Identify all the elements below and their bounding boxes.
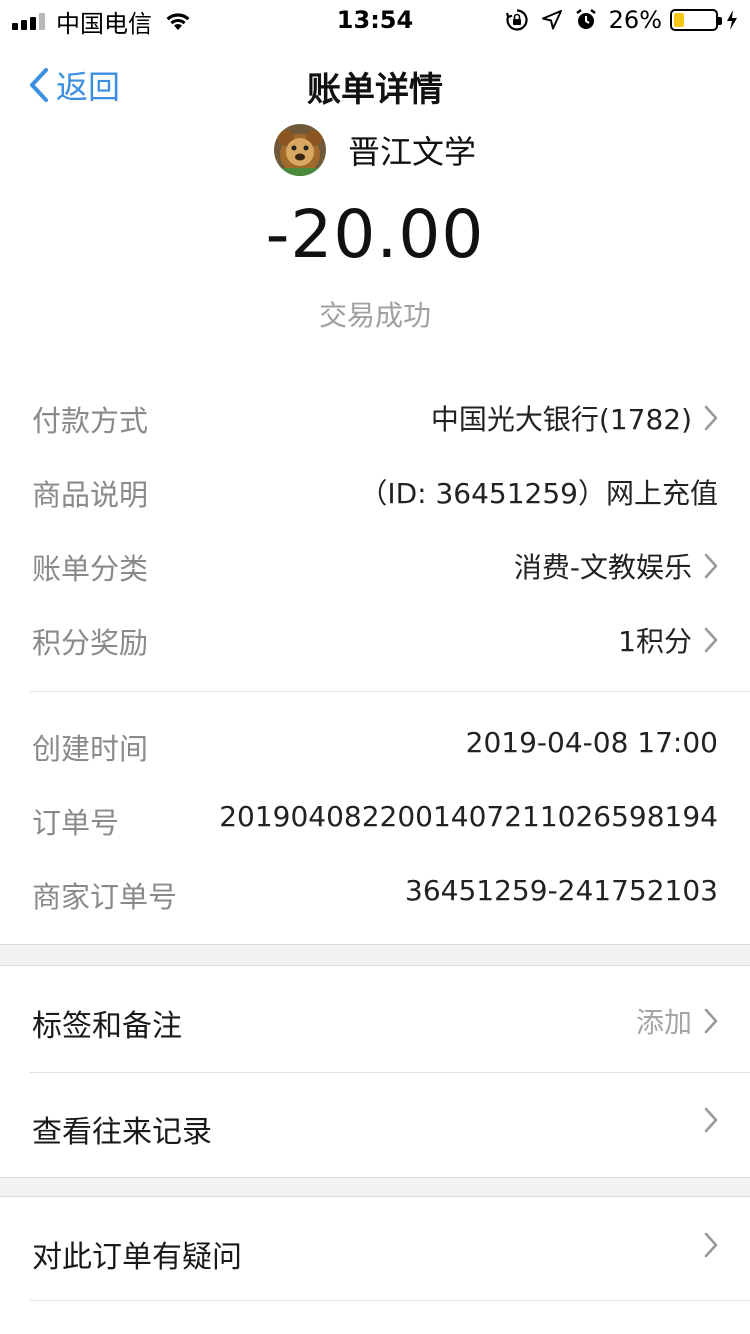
add-link-label: 添加 (635, 1006, 692, 1039)
tags-and-notes-cell[interactable]: 标签和备注 添加 (0, 967, 750, 1071)
detail-label: 积分奖励 (32, 626, 149, 660)
detail-row-merchant-order-number: 商家订单号 36451259-241752103 (0, 862, 750, 922)
detail-value: 1积分 (618, 625, 692, 658)
chevron-right-icon (704, 1008, 718, 1034)
detail-label: 商家订单号 (32, 880, 178, 914)
status-right: 26% (493, 6, 738, 34)
battery-percent: 26% (608, 6, 662, 34)
detail-row-order-number: 订单号 2019040822001407211026598194 (0, 788, 750, 848)
charging-icon (726, 9, 738, 31)
detail-label: 商品说明 (32, 478, 149, 512)
detail-row-payment-method[interactable]: 付款方式 中国光大银行(1782) (0, 386, 750, 446)
detail-value: 2019-04-08 17:00 (465, 726, 718, 759)
page-title: 账单详情 (307, 70, 443, 110)
detail-row-points[interactable]: 积分奖励 1积分 (0, 608, 750, 668)
detail-row-category[interactable]: 账单分类 消费-文教娱乐 (0, 534, 750, 594)
view-history-cell[interactable]: 查看往来记录 (0, 1073, 750, 1177)
detail-value: 中国光大银行(1782) (430, 403, 692, 436)
transaction-status: 交易成功 (318, 299, 431, 332)
detail-label: 账单分类 (32, 552, 149, 586)
detail-row-product-description: 商品说明 （ID: 36451259）网上充值 (0, 460, 750, 520)
section-separator (0, 1177, 750, 1197)
orientation-lock-icon (505, 8, 529, 32)
order-question-cell[interactable]: 对此订单有疑问 (0, 1198, 750, 1302)
merchant-name: 晋江文学 (347, 133, 476, 171)
battery-icon (670, 9, 722, 31)
detail-value: 消费-文教娱乐 (513, 551, 692, 584)
battery-fill (674, 13, 684, 27)
cell-label: 查看往来记录 (32, 1115, 212, 1150)
cell-label: 对此订单有疑问 (32, 1240, 242, 1275)
detail-row-created-time: 创建时间 2019-04-08 17:00 (0, 714, 750, 774)
detail-label: 订单号 (32, 806, 120, 840)
section-divider (30, 691, 750, 692)
detail-value: 36451259-241752103 (405, 874, 718, 907)
location-icon (541, 9, 563, 31)
section-separator (0, 944, 750, 966)
cell-label: 标签和备注 (32, 1009, 182, 1044)
chevron-right-icon (704, 1232, 718, 1258)
chevron-right-icon (704, 627, 718, 653)
cell-divider (30, 1300, 750, 1301)
detail-value: 2019040822001407211026598194 (219, 800, 718, 833)
detail-label: 付款方式 (32, 404, 149, 438)
chevron-right-icon (704, 553, 718, 579)
detail-label: 创建时间 (32, 732, 149, 766)
chevron-right-icon (704, 405, 718, 431)
status-bar: 中国电信 13:54 26% (0, 0, 750, 40)
merchant-header: 晋江文学 (0, 122, 750, 178)
chevron-right-icon (704, 1107, 718, 1133)
alarm-icon (575, 8, 597, 32)
transaction-amount: -20.00 (265, 196, 485, 273)
avatar (273, 124, 326, 176)
detail-value: （ID: 36451259）网上充值 (359, 477, 718, 510)
nav-bar: 返回 账单详情 (0, 48, 750, 120)
